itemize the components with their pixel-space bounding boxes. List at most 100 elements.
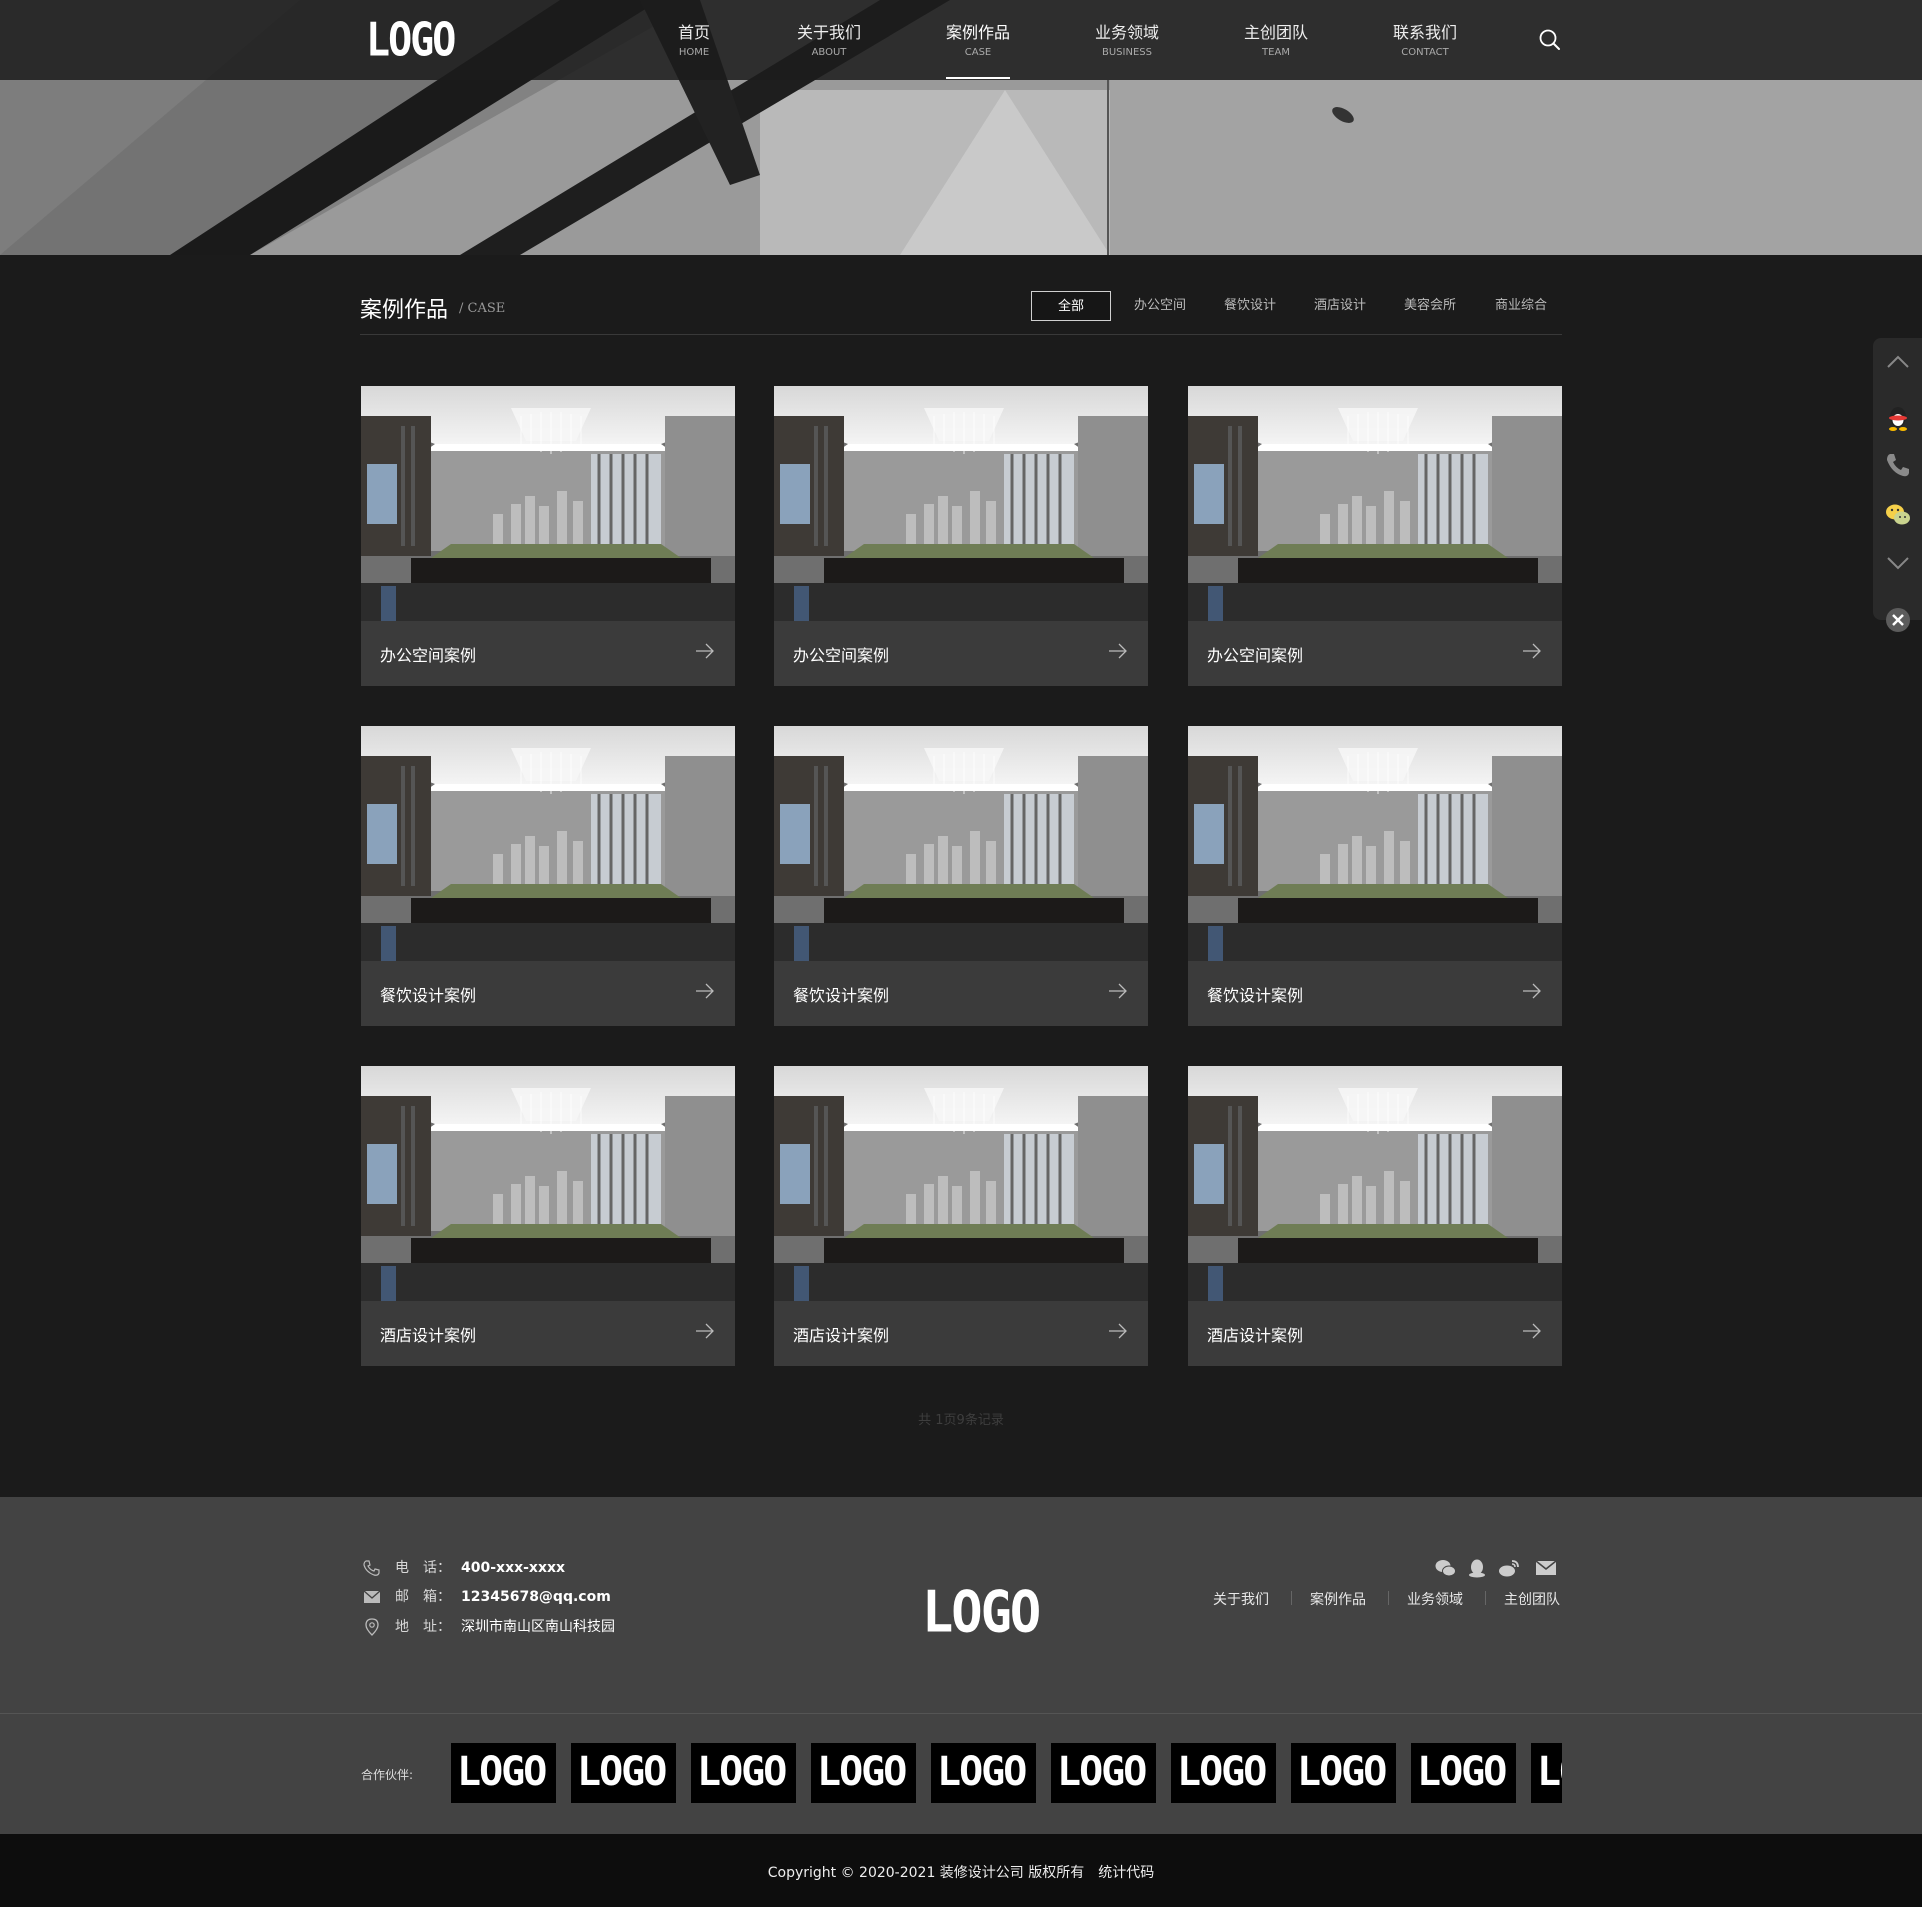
footer-phone: 电 话： 400-xxx-xxxx bbox=[362, 1558, 565, 1578]
weibo-icon[interactable] bbox=[1498, 1558, 1520, 1578]
case-thumbnail[interactable] bbox=[774, 386, 1148, 621]
case-card[interactable]: 办公空间案例 bbox=[361, 386, 735, 686]
case-card[interactable]: 酒店设计案例 bbox=[774, 1066, 1148, 1366]
filter-hotel[interactable]: 酒店设计 bbox=[1305, 291, 1375, 321]
nav-home[interactable]: 首页 HOME bbox=[634, 22, 754, 60]
arrow-right-icon[interactable] bbox=[1108, 642, 1128, 660]
filter-dining[interactable]: 餐饮设计 bbox=[1215, 291, 1285, 321]
qq-icon[interactable] bbox=[1466, 1558, 1488, 1578]
case-card[interactable]: 酒店设计案例 bbox=[1188, 1066, 1562, 1366]
section-subtitle: / CASE bbox=[459, 301, 506, 316]
filter-all[interactable]: 全部 bbox=[1031, 291, 1111, 321]
link-separator bbox=[1388, 1591, 1389, 1605]
arrow-right-icon[interactable] bbox=[1522, 1322, 1542, 1340]
nav-sublabel: CASE bbox=[964, 47, 992, 58]
case-card[interactable]: 餐饮设计案例 bbox=[361, 726, 735, 1026]
arrow-right-icon[interactable] bbox=[1108, 1322, 1128, 1340]
link-separator bbox=[1485, 1591, 1486, 1605]
partner-logo-text: LOGO bbox=[577, 1749, 667, 1795]
location-pin-icon bbox=[365, 1618, 379, 1636]
section-title: 案例作品 bbox=[360, 298, 449, 323]
wechat-icon[interactable] bbox=[1434, 1558, 1456, 1578]
case-thumbnail[interactable] bbox=[361, 386, 735, 621]
nav-contact[interactable]: 联系我们 CONTACT bbox=[1365, 22, 1485, 60]
nav-sublabel: BUSINESS bbox=[1102, 47, 1152, 58]
footer-link-team[interactable]: 主创团队 bbox=[1504, 1589, 1560, 1609]
case-caption: 酒店设计案例 bbox=[793, 1326, 890, 1345]
case-caption: 酒店设计案例 bbox=[1207, 1326, 1304, 1345]
filter-office[interactable]: 办公空间 bbox=[1125, 291, 1195, 321]
arrow-right-icon[interactable] bbox=[1522, 642, 1542, 660]
case-card[interactable]: 餐饮设计案例 bbox=[1188, 726, 1562, 1026]
footer-link-case[interactable]: 案例作品 bbox=[1310, 1589, 1366, 1609]
case-thumbnail[interactable] bbox=[361, 726, 735, 961]
partner-logo[interactable]: LOGO bbox=[1051, 1743, 1156, 1803]
partner-logo[interactable]: LOGO bbox=[571, 1743, 676, 1803]
nav-sublabel: HOME bbox=[678, 47, 710, 58]
case-thumbnail[interactable] bbox=[361, 1066, 735, 1301]
chevron-down-icon[interactable] bbox=[1884, 549, 1912, 577]
partner-logo[interactable]: LOGO bbox=[811, 1743, 916, 1803]
arrow-right-icon[interactable] bbox=[695, 642, 715, 660]
chevron-up-icon[interactable] bbox=[1884, 348, 1912, 376]
footer-email: 邮 箱： 12345678@qq.com bbox=[362, 1587, 611, 1607]
phone-icon bbox=[363, 1560, 380, 1576]
search-icon[interactable] bbox=[1538, 28, 1562, 52]
qq-icon[interactable] bbox=[1884, 404, 1912, 432]
nav-business[interactable]: 业务领域 BUSINESS bbox=[1067, 22, 1187, 60]
partner-logo[interactable]: LOGO bbox=[691, 1743, 796, 1803]
nav-label: 主创团队 bbox=[1243, 23, 1308, 42]
case-thumbnail[interactable] bbox=[774, 1066, 1148, 1301]
nav-label: 联系我们 bbox=[1392, 23, 1457, 42]
site-logo[interactable]: LOGO bbox=[366, 14, 456, 67]
partner-logo[interactable]: LOGO bbox=[1411, 1743, 1516, 1803]
case-card[interactable]: 办公空间案例 bbox=[774, 386, 1148, 686]
footer-link-business[interactable]: 业务领域 bbox=[1407, 1589, 1463, 1609]
case-caption: 餐饮设计案例 bbox=[1207, 986, 1304, 1005]
case-caption: 办公空间案例 bbox=[380, 646, 477, 665]
arrow-right-icon[interactable] bbox=[1108, 982, 1128, 1000]
nav-team[interactable]: 主创团队 TEAM bbox=[1216, 22, 1336, 60]
mail-icon[interactable] bbox=[1535, 1558, 1557, 1578]
partners-label: 合作伙伴: bbox=[361, 1768, 414, 1782]
close-icon[interactable] bbox=[1884, 606, 1912, 634]
partner-logo[interactable]: LOGO bbox=[1171, 1743, 1276, 1803]
nav-sublabel: TEAM bbox=[1262, 47, 1290, 58]
filter-beauty[interactable]: 美容会所 bbox=[1395, 291, 1465, 321]
case-card[interactable]: 餐饮设计案例 bbox=[774, 726, 1148, 1026]
partner-logo[interactable]: LOGO bbox=[1291, 1743, 1396, 1803]
arrow-right-icon[interactable] bbox=[1522, 982, 1542, 1000]
partner-logo[interactable]: LOGO bbox=[1531, 1743, 1562, 1803]
footer-link-about[interactable]: 关于我们 bbox=[1213, 1589, 1269, 1609]
footer-logo[interactable]: LOGO bbox=[922, 1580, 1041, 1646]
nav-about[interactable]: 关于我们 ABOUT bbox=[769, 22, 889, 60]
phone-icon[interactable] bbox=[1884, 451, 1912, 479]
partner-logo-text: LOGO bbox=[1057, 1749, 1147, 1795]
mail-icon bbox=[363, 1590, 381, 1603]
case-card[interactable]: 办公空间案例 bbox=[1188, 386, 1562, 686]
partner-logo[interactable]: LOGO bbox=[931, 1743, 1036, 1803]
case-thumbnail[interactable] bbox=[1188, 726, 1562, 961]
section-divider bbox=[360, 334, 1562, 335]
case-card[interactable]: 酒店设计案例 bbox=[361, 1066, 735, 1366]
partner-logo-text: LOGO bbox=[937, 1749, 1027, 1795]
arrow-right-icon[interactable] bbox=[695, 982, 715, 1000]
email-value: 12345678@qq.com bbox=[461, 1589, 611, 1605]
case-thumbnail[interactable] bbox=[774, 726, 1148, 961]
partner-logo-text: LOGO bbox=[1537, 1749, 1562, 1795]
footer-address: 地 址： 深圳市南山区南山科技园 bbox=[362, 1617, 615, 1637]
case-thumbnail[interactable] bbox=[1188, 386, 1562, 621]
partner-logo-text: LOGO bbox=[457, 1749, 547, 1795]
nav-sublabel: ABOUT bbox=[811, 47, 847, 58]
nav-case[interactable]: 案例作品 CASE bbox=[918, 22, 1038, 60]
wechat-icon[interactable] bbox=[1884, 501, 1912, 529]
filter-commercial[interactable]: 商业综合 bbox=[1486, 291, 1556, 321]
arrow-right-icon[interactable] bbox=[695, 1322, 715, 1340]
case-caption: 餐饮设计案例 bbox=[793, 986, 890, 1005]
case-thumbnail[interactable] bbox=[1188, 1066, 1562, 1301]
case-caption: 餐饮设计案例 bbox=[380, 986, 477, 1005]
partner-logo-text: LOGO bbox=[817, 1749, 907, 1795]
nav-label: 首页 bbox=[677, 23, 710, 42]
pagination-info: 共 1页9条记录 bbox=[918, 1413, 1004, 1428]
partner-logo[interactable]: LOGO bbox=[451, 1743, 556, 1803]
